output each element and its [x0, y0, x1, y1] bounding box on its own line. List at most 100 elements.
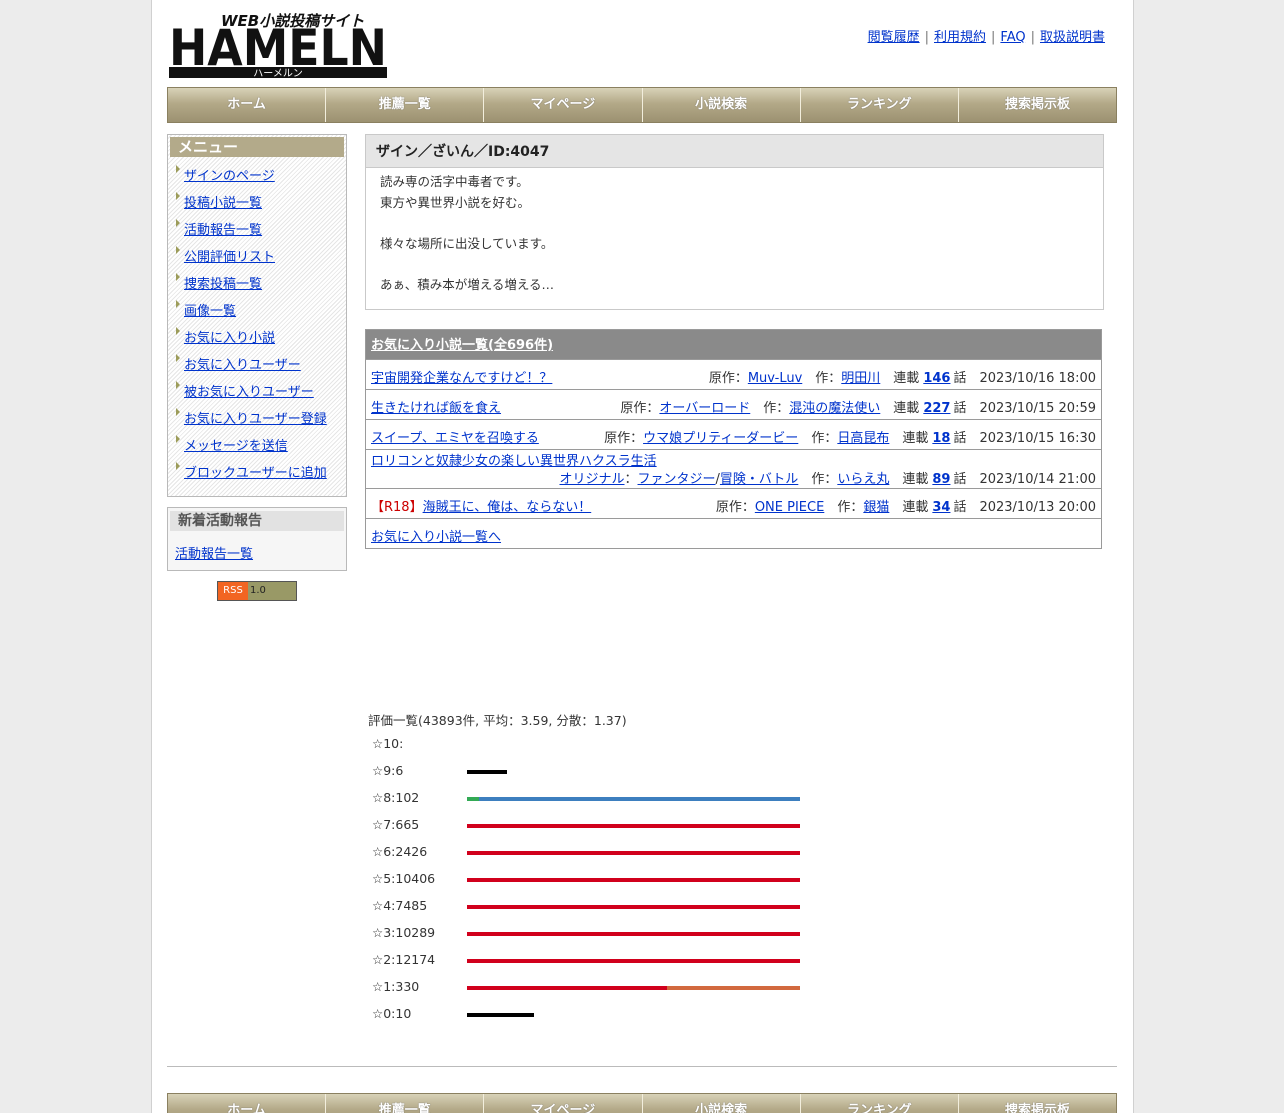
episodes-suffix: 話: [953, 431, 967, 446]
rss-version: 1.0: [248, 582, 296, 600]
rating-bar: [467, 770, 507, 774]
rating-label: ☆10:: [372, 736, 404, 751]
menu-item-link[interactable]: 画像一覧: [184, 304, 236, 319]
menu-item-link[interactable]: お気に入りユーザー登録: [184, 412, 327, 427]
rss-badge[interactable]: RSS 1.0: [217, 581, 297, 601]
author-link[interactable]: 日高昆布: [837, 431, 889, 446]
footer-nav-home[interactable]: ホーム: [168, 1094, 327, 1113]
nav-recommend[interactable]: 推薦一覧: [326, 88, 485, 122]
rating-row: ☆8:102: [368, 790, 828, 817]
genre-link[interactable]: ファンタジー: [638, 472, 716, 487]
footer-nav-mypage[interactable]: マイページ: [484, 1094, 643, 1113]
hameln-logo[interactable]: WEB小説投稿サイト HAMELN ハーメルン: [169, 10, 389, 80]
source-link[interactable]: オーバーロード: [659, 401, 750, 416]
novel-title-link[interactable]: 海賊王に、俺は、ならない！: [423, 500, 592, 515]
table-row: 【R18】海賊王に、俺は、ならない！ 原作：ONE PIECE 作：銀猫 連載 34 話 2…: [366, 488, 1101, 518]
bullet-icon: [176, 408, 180, 416]
source-link[interactable]: Muv-Luv: [748, 371, 802, 386]
link-terms[interactable]: 利用規約: [934, 30, 986, 45]
footer-nav-search[interactable]: 小説検索: [643, 1094, 801, 1113]
table-row: 宇宙開発企業なんですけど！？ 原作：Muv-Luv 作：明田川 連載 146 話 2023/…: [366, 359, 1101, 389]
menu-item-link[interactable]: お気に入り小説: [184, 331, 275, 346]
bullet-icon: [176, 273, 180, 281]
novel-meta: 原作：オーバーロード 作：混沌の魔法使い 連載 227 話 2023/10/15 20:5…: [620, 397, 1096, 416]
status-label: 連載: [902, 500, 929, 515]
novel-title-link[interactable]: 宇宙開発企業なんですけど！？: [371, 371, 552, 386]
novel-title-link[interactable]: ロリコンと奴隷少女の楽しい異世界ハクスラ生活: [371, 454, 657, 469]
nav-mypage[interactable]: マイページ: [484, 88, 643, 122]
nav-ranking[interactable]: ランキング: [801, 88, 959, 122]
status-label: 連載: [902, 431, 929, 446]
episodes-suffix: 話: [953, 371, 967, 386]
author-link[interactable]: 銀猫: [863, 500, 889, 515]
rating-row: ☆0:10: [368, 1006, 828, 1033]
profile-line: あぁ、積み本が増える増える…: [380, 276, 555, 292]
menu-item-link[interactable]: メッセージを送信: [184, 439, 288, 454]
episodes-link[interactable]: 18: [932, 431, 950, 446]
menu-item: 被お気に入りユーザー: [168, 381, 346, 408]
episodes-link[interactable]: 227: [923, 401, 950, 416]
nav-board[interactable]: 捜索掲示板: [959, 88, 1116, 122]
author-label: 作：: [811, 431, 838, 446]
menu-item-link[interactable]: 捜索投稿一覧: [184, 277, 262, 292]
favorites-header-link[interactable]: お気に入り小説一覧(全696件): [371, 338, 553, 353]
author-label: 作：: [837, 500, 864, 515]
menu-item-link[interactable]: ブロックユーザーに追加: [184, 466, 327, 481]
novel-title-cell: 【R18】海賊王に、俺は、ならない！: [371, 496, 591, 515]
r18-badge: 【R18】: [371, 500, 423, 515]
rating-bar-segment: [478, 797, 800, 801]
source-link[interactable]: ONE PIECE: [755, 500, 824, 515]
menu-item-link[interactable]: 投稿小説一覧: [184, 196, 262, 211]
rating-bar-segment: [467, 905, 800, 909]
rating-label: ☆7:665: [372, 817, 420, 832]
novel-title-link[interactable]: スイープ、エミヤを召喚する: [371, 431, 539, 446]
rating-label: ☆9:6: [372, 763, 404, 778]
rating-row: ☆6:2426: [368, 844, 828, 871]
episodes-link[interactable]: 146: [923, 371, 950, 386]
novel-title-link[interactable]: 生きたければ飯を食え: [371, 401, 501, 416]
menu-item-link[interactable]: ザインのページ: [184, 169, 275, 184]
rating-bar: [467, 932, 800, 936]
bullet-icon: [176, 300, 180, 308]
menu-item-link[interactable]: 公開評価リスト: [184, 250, 275, 265]
source-link[interactable]: ウマ娘プリティーダービー: [643, 431, 798, 446]
rating-row: ☆10:: [368, 736, 828, 763]
link-history[interactable]: 閲覧履歴: [868, 30, 920, 45]
link-faq[interactable]: FAQ: [1000, 30, 1025, 45]
update-date: 2023/10/13 20:00: [979, 500, 1096, 515]
bullet-icon: [176, 219, 180, 227]
menu-item-link[interactable]: お気に入りユーザー: [184, 358, 301, 373]
footer-nav-recommend[interactable]: 推薦一覧: [326, 1094, 485, 1113]
status-label: 連載: [902, 472, 929, 487]
menu-item-link[interactable]: 活動報告一覧: [184, 223, 262, 238]
footer-nav-ranking[interactable]: ランキング: [801, 1094, 959, 1113]
favorites-header: お気に入り小説一覧(全696件): [366, 330, 1101, 359]
update-date: 2023/10/16 18:00: [979, 371, 1096, 386]
favorites-more-link[interactable]: お気に入り小説一覧へ: [371, 526, 501, 545]
menu-item-link[interactable]: 被お気に入りユーザー: [184, 385, 314, 400]
original-link[interactable]: オリジナル: [559, 472, 624, 487]
episodes-link[interactable]: 89: [932, 472, 950, 487]
author-link[interactable]: いらえ丸: [837, 472, 889, 487]
episodes-link[interactable]: 34: [932, 500, 950, 515]
author-link[interactable]: 明田川: [841, 371, 880, 386]
profile-box: ザイン／ざいん／ID:4047 読み専の活字中毒者です。 東方や異世界小説を好む。…: [365, 134, 1104, 310]
novel-title-cell: 生きたければ飯を食え: [371, 397, 501, 416]
status-label: 連載: [893, 371, 920, 386]
bullet-icon: [176, 435, 180, 443]
novel-meta: 原作：ONE PIECE 作：銀猫 連載 34 話 2023/10/13 20:00: [716, 496, 1096, 515]
author-label: 作：: [815, 371, 842, 386]
rating-bar: [467, 986, 800, 990]
menu-item: お気に入りユーザー: [168, 354, 346, 381]
activity-report-link[interactable]: 活動報告一覧: [175, 543, 253, 562]
menu-item: 画像一覧: [168, 300, 346, 327]
main-nav: ホーム 推薦一覧 マイページ 小説検索 ランキング 捜索掲示板: [167, 87, 1117, 123]
footer-nav-board[interactable]: 捜索掲示板: [959, 1094, 1116, 1113]
nav-home[interactable]: ホーム: [168, 88, 327, 122]
link-manual[interactable]: 取扱説明書: [1040, 30, 1105, 45]
nav-search[interactable]: 小説検索: [643, 88, 801, 122]
source-label: 原作：: [620, 401, 660, 416]
author-link[interactable]: 混沌の魔法使い: [789, 401, 880, 416]
genre-link[interactable]: 冒険・バトル: [720, 472, 798, 487]
favorites-footer: お気に入り小説一覧へ: [366, 518, 1101, 548]
